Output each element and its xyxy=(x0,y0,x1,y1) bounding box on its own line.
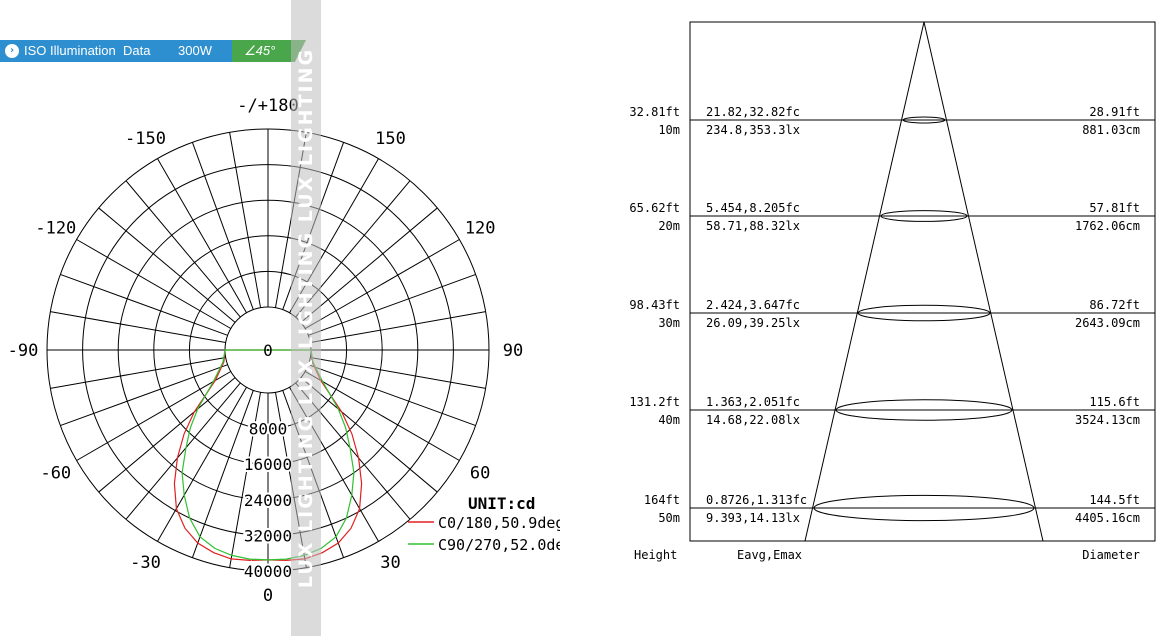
height-ft-label: 164ft xyxy=(644,493,680,507)
height-ft-label: 65.62ft xyxy=(629,201,680,215)
cone-frame xyxy=(689,21,1156,542)
polar-angle-label: -120 xyxy=(35,219,76,239)
eavg-fc-label: 1.363,2.051fc xyxy=(706,395,800,409)
polar-spoke xyxy=(125,180,241,318)
column-header-diameter: Diameter xyxy=(1082,548,1140,562)
height-m-label: 30m xyxy=(658,316,680,330)
polar-spoke xyxy=(310,356,486,389)
height-ft-label: 32.81ft xyxy=(629,105,680,119)
polar-spoke xyxy=(308,273,476,336)
polar-spoke xyxy=(229,132,262,308)
polar-angle-label: -90 xyxy=(8,341,39,361)
polar-spoke xyxy=(308,364,476,427)
legend-label-0: C0/180,50.9deg xyxy=(438,514,560,532)
polar-spoke xyxy=(60,273,228,336)
polar-spoke xyxy=(50,356,226,389)
diameter-ft-label: 86.72ft xyxy=(1089,298,1140,312)
polar-spoke xyxy=(125,382,241,520)
polar-radial-label: 24000 xyxy=(244,491,292,510)
polar-spoke xyxy=(98,207,236,323)
eavg-lx-label: 234.8,353.3lx xyxy=(706,123,800,137)
height-m-label: 10m xyxy=(658,123,680,137)
cone-chart: 32.81ft 10m 21.82,32.82fc 234.8,353.3lx 28.9… xyxy=(629,21,1156,562)
diameter-ft-label: 28.91ft xyxy=(1089,105,1140,119)
eavg-lx-label: 9.393,14.13lx xyxy=(706,511,800,525)
polar-angle-label: 120 xyxy=(465,219,496,239)
eavg-fc-label: 5.454,8.205fc xyxy=(706,201,800,215)
eavg-lx-label: 26.09,39.25lx xyxy=(706,316,800,330)
polar-angle-label: -30 xyxy=(130,553,161,573)
eavg-lx-label: 14.68,22.08lx xyxy=(706,413,800,427)
diameter-cm-label: 3524.13cm xyxy=(1075,413,1140,427)
polar-angle-label: -150 xyxy=(125,129,166,149)
diameter-ft-label: 115.6ft xyxy=(1089,395,1140,409)
polar-spoke xyxy=(50,311,226,344)
diameter-cm-label: 1762.06cm xyxy=(1075,219,1140,233)
polar-angle-label: -/+180 xyxy=(237,96,298,116)
polar-angle-label: 60 xyxy=(470,464,490,484)
height-ft-label: 98.43ft xyxy=(629,298,680,312)
polar-spoke xyxy=(300,377,438,493)
height-m-label: 50m xyxy=(658,511,680,525)
diameter-cm-label: 2643.09cm xyxy=(1075,316,1140,330)
height-ft-label: 131.2ft xyxy=(629,395,680,409)
polar-angle-label: 30 xyxy=(380,553,400,573)
polar-radial-label: 8000 xyxy=(249,420,288,439)
polar-chart: -/+180 150 120 90 60 30 0 -30 -60 -90 -120 -150 0 800… xyxy=(8,96,560,606)
polar-spoke xyxy=(300,207,438,323)
cone-left-edge xyxy=(804,21,925,542)
polar-angle-label: 0 xyxy=(263,586,273,606)
legend-label-1: C90/270,52.0deg xyxy=(438,536,560,554)
polar-spoke xyxy=(98,377,236,493)
polar-spoke xyxy=(60,364,228,427)
watermark: LUX LIGHTING LUX LIGHTING LUX LIGHTING xyxy=(291,0,321,636)
polar-angle-label: -60 xyxy=(40,464,71,484)
column-header-height: Height xyxy=(634,548,677,562)
diameter-ft-label: 57.81ft xyxy=(1089,201,1140,215)
watermark-text: LUX LIGHTING LUX LIGHTING LUX LIGHTING xyxy=(295,47,317,589)
height-m-label: 40m xyxy=(658,413,680,427)
polar-spoke xyxy=(310,311,486,344)
polar-center-label: 0 xyxy=(263,341,273,360)
diameter-cm-label: 881.03cm xyxy=(1082,123,1140,137)
polar-spoke xyxy=(191,142,254,310)
polar-radial-label: 16000 xyxy=(244,455,292,474)
column-header-eavg: Eavg,Emax xyxy=(737,548,802,562)
polar-angle-label: 150 xyxy=(375,129,406,149)
polar-angle-label: 90 xyxy=(503,341,523,361)
polar-unit-label: UNIT:cd xyxy=(468,494,535,513)
eavg-fc-label: 0.8726,1.313fc xyxy=(706,493,807,507)
polar-radial-label: 40000 xyxy=(244,562,292,581)
eavg-fc-label: 2.424,3.647fc xyxy=(706,298,800,312)
polar-radial-label: 32000 xyxy=(244,526,292,545)
eavg-fc-label: 21.82,32.82fc xyxy=(706,105,800,119)
cone-right-edge xyxy=(923,21,1044,542)
diameter-cm-label: 4405.16cm xyxy=(1075,511,1140,525)
eavg-lx-label: 58.71,88.32lx xyxy=(706,219,800,233)
diameter-ft-label: 144.5ft xyxy=(1089,493,1140,507)
height-m-label: 20m xyxy=(658,219,680,233)
